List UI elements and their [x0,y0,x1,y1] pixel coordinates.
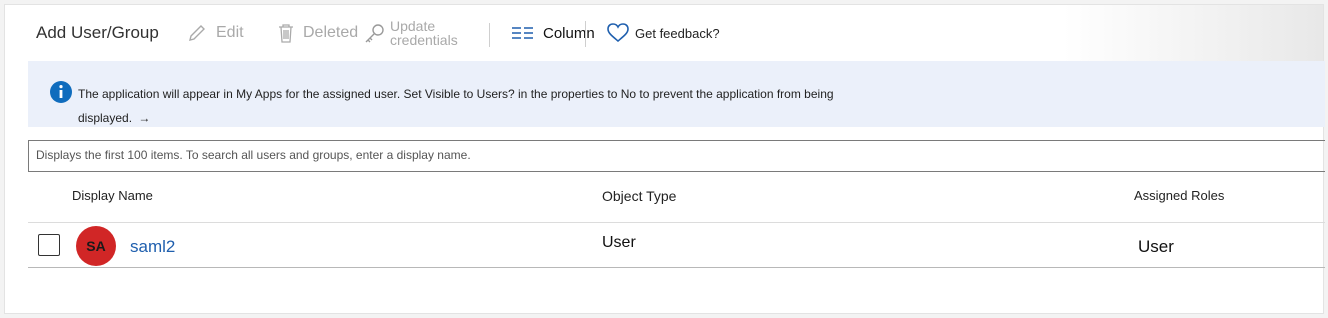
trash-icon [277,22,295,44]
column-label: Column [543,24,595,42]
get-feedback-button[interactable]: Get feedback? [607,5,720,61]
header-divider [28,222,1325,223]
info-message-line1: The application will appear in My Apps f… [78,87,834,101]
column-button[interactable]: Column [511,5,595,61]
display-name-link[interactable]: saml2 [130,237,175,257]
info-message-line2: displayed. → [78,106,878,130]
column-header-object-type[interactable]: Object Type [602,188,676,204]
search-input[interactable] [29,141,1325,169]
info-message-text: displayed. [78,111,133,125]
edit-label: Edit [216,24,244,41]
deleted-label: Deleted [303,24,359,41]
toolbar-divider-2 [585,21,586,47]
delete-button[interactable]: Deleted [277,5,358,61]
update-label-line2: credentials [390,32,458,48]
columns-icon [511,25,535,41]
object-type-cell: User [602,234,636,251]
info-banner: The application will appear in My Apps f… [28,61,1325,127]
heart-icon [607,23,629,43]
update-credentials-button[interactable]: Update credentials [363,5,458,61]
pencil-icon [186,22,208,44]
command-bar: Add User/Group Edit Deleted Update crede… [5,5,1323,61]
search-box [28,140,1325,172]
add-user-group-button[interactable]: Add User/Group [36,5,159,61]
assignments-panel: Add User/Group Edit Deleted Update crede… [4,4,1325,314]
info-learn-more-arrow[interactable]: → [138,111,150,125]
update-credentials-label: Update credentials [390,19,458,47]
update-label-line1: Update [390,18,436,34]
edit-button[interactable]: Edit [186,5,244,61]
column-header-assigned-roles[interactable]: Assigned Roles [1134,188,1224,203]
column-header-display-name[interactable]: Display Name [72,188,153,203]
assigned-role-cell: User [1138,237,1174,256]
get-feedback-label: Get feedback? [635,25,720,41]
avatar: SA [76,226,116,266]
row-checkbox[interactable] [38,234,60,256]
info-icon [50,81,72,108]
add-user-group-label: Add User/Group [36,23,159,42]
toolbar-divider [489,23,490,47]
info-message: The application will appear in My Apps f… [78,82,878,130]
key-icon [363,21,387,45]
row-divider [28,267,1325,268]
